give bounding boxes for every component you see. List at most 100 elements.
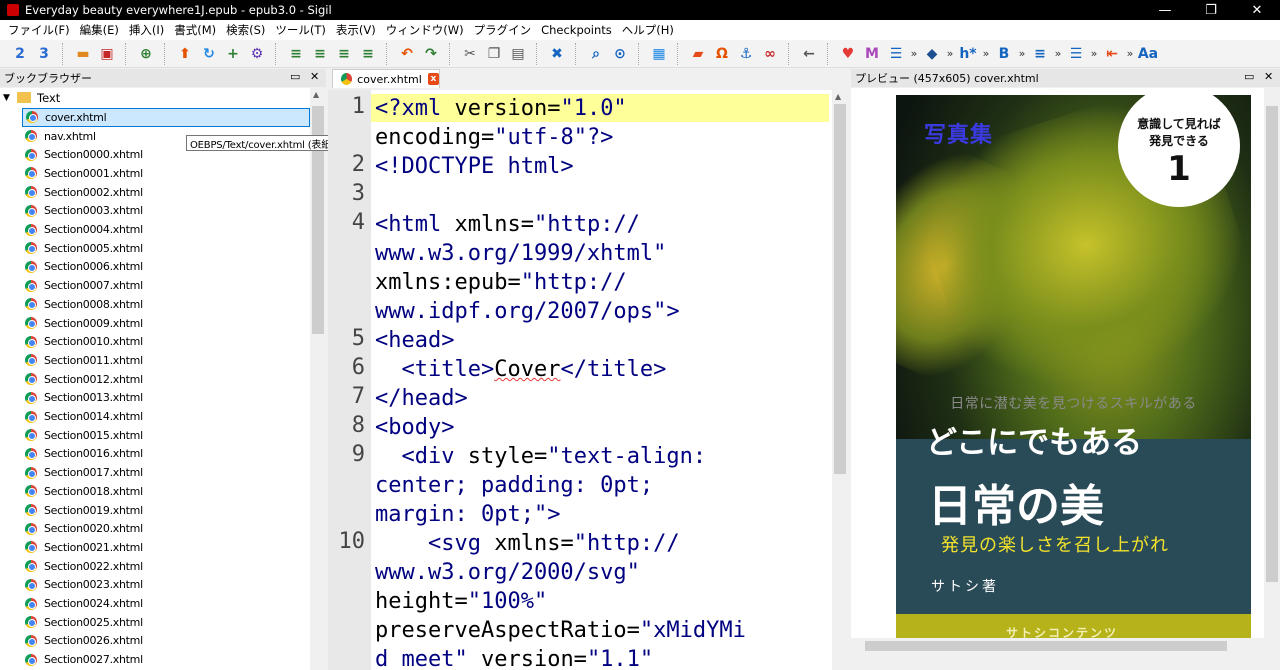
file-item[interactable]: Section0005.xhtml — [22, 239, 143, 258]
file-item[interactable]: Section0027.xhtml — [22, 650, 143, 669]
zoom-icon[interactable]: ⊙ — [608, 42, 632, 66]
menu-item-10[interactable]: ヘルプ(H) — [617, 22, 679, 38]
menu-item-2[interactable]: 挿入(I) — [124, 22, 169, 38]
save-as-2-icon[interactable]: 2 — [8, 42, 32, 66]
close-window-button[interactable]: ✕ — [1234, 0, 1280, 20]
code-line[interactable]: xmlns:epub="http:// — [375, 268, 627, 297]
settings-icon[interactable]: ⚙ — [245, 42, 269, 66]
save-icon[interactable]: ▣ — [95, 42, 119, 66]
toolbar-overflow-icon[interactable]: » — [1124, 47, 1136, 60]
save-as-3-icon[interactable]: 3 — [32, 42, 56, 66]
preview-close-button[interactable]: ✕ — [1264, 70, 1273, 83]
cut-icon[interactable]: ✂ — [458, 42, 482, 66]
bullet-list-icon[interactable]: ☰ — [1064, 42, 1088, 66]
file-item[interactable]: Section0025.xhtml — [22, 613, 143, 632]
preview-pane[interactable]: 写真集 意識して見れば発見できる 1 日常に潜む美を見つけるスキルがある どこに… — [851, 88, 1264, 638]
toolbar-overflow-icon[interactable]: » — [944, 47, 956, 60]
file-item[interactable]: Section0019.xhtml — [22, 501, 143, 520]
file-item[interactable]: nav.xhtml — [22, 127, 96, 146]
file-item[interactable]: Section0011.xhtml — [22, 351, 143, 370]
code-line[interactable]: height="100%" — [375, 587, 547, 616]
indent-left-icon[interactable]: ≡ — [284, 42, 308, 66]
file-item[interactable]: Section0003.xhtml — [22, 202, 143, 221]
insert-image-icon[interactable]: ▰ — [686, 42, 710, 66]
undo-icon[interactable]: ↶ — [395, 42, 419, 66]
toolbar-overflow-icon[interactable]: » — [1016, 47, 1028, 60]
scroll-up-icon[interactable]: ▲ — [835, 92, 841, 101]
preview-vertical-scrollbar[interactable] — [1264, 88, 1280, 638]
outdent-icon[interactable]: ⇤ — [1100, 42, 1124, 66]
file-item[interactable]: Section0026.xhtml — [22, 632, 143, 651]
file-item[interactable]: Section0010.xhtml — [22, 332, 143, 351]
file-item[interactable]: Section0021.xhtml — [22, 538, 143, 557]
anchor-icon[interactable]: ⚓ — [734, 42, 758, 66]
file-item[interactable]: Section0016.xhtml — [22, 445, 143, 464]
align-left-icon[interactable]: ≡ — [1028, 42, 1052, 66]
split-icon[interactable]: ▦ — [647, 42, 671, 66]
file-item[interactable]: Section0013.xhtml — [22, 389, 143, 408]
copy-icon[interactable]: ❐ — [482, 42, 506, 66]
editor-scrollbar[interactable]: ▲ — [832, 90, 848, 670]
open-folder-icon[interactable]: ▬ — [71, 42, 95, 66]
file-item[interactable]: Section0007.xhtml — [22, 276, 143, 295]
metadata-icon[interactable]: M — [860, 42, 884, 66]
code-line[interactable]: <head> — [375, 326, 454, 355]
refresh-icon[interactable]: ↻ — [197, 42, 221, 66]
redo-icon[interactable]: ↷ — [419, 42, 443, 66]
code-line[interactable]: </head> — [375, 384, 468, 413]
file-item[interactable]: Section0018.xhtml — [22, 482, 143, 501]
toolbar-overflow-icon[interactable]: » — [908, 47, 920, 60]
scrollbar-thumb[interactable] — [865, 641, 1227, 651]
toolbar-overflow-icon[interactable]: » — [1052, 47, 1064, 60]
heart-icon[interactable]: ♥ — [836, 42, 860, 66]
file-item[interactable]: Section0020.xhtml — [22, 519, 143, 538]
code-line[interactable]: d meet" version="1.1" — [375, 645, 653, 670]
file-item[interactable]: Section0023.xhtml — [22, 576, 143, 595]
file-item[interactable]: Section0008.xhtml — [22, 295, 143, 314]
tab-cover-xhtml[interactable]: cover.xhtml x — [332, 69, 440, 88]
menu-item-1[interactable]: 編集(E) — [75, 22, 124, 38]
file-item[interactable]: Section0004.xhtml — [22, 220, 143, 239]
heading-icon[interactable]: h* — [956, 42, 980, 66]
toolbar-overflow-icon[interactable]: » — [1088, 47, 1100, 60]
add-file-icon[interactable]: ⊕ — [134, 42, 158, 66]
move-up-icon[interactable]: ⬆ — [173, 42, 197, 66]
file-item[interactable]: Section0009.xhtml — [22, 314, 143, 333]
code-line[interactable]: <!DOCTYPE html> — [375, 152, 574, 181]
code-line[interactable]: preserveAspectRatio="xMidYMi — [375, 616, 746, 645]
link-icon[interactable]: ∞ — [758, 42, 782, 66]
file-item[interactable]: cover.xhtml — [22, 108, 310, 127]
back-icon[interactable]: ← — [797, 42, 821, 66]
code-line[interactable]: www.idpf.org/2007/ops"> — [375, 297, 680, 326]
book-browser-scrollbar[interactable]: ▲ — [310, 88, 326, 670]
book-browser-float-button[interactable]: ▭ — [290, 70, 300, 83]
code-line[interactable]: www.w3.org/2000/svg" — [375, 558, 640, 587]
code-line[interactable]: <?xml version="1.0" — [375, 94, 627, 123]
close-tab-icon[interactable]: x — [427, 73, 439, 85]
menu-item-6[interactable]: 表示(V) — [331, 22, 381, 38]
scrollbar-thumb[interactable] — [1266, 106, 1278, 582]
code-line[interactable]: <body> — [375, 413, 454, 442]
preview-float-button[interactable]: ▭ — [1244, 70, 1254, 83]
menu-item-7[interactable]: ウィンドウ(W) — [381, 22, 469, 38]
plugin-icon[interactable]: ◆ — [920, 42, 944, 66]
file-item[interactable]: Section0015.xhtml — [22, 426, 143, 445]
code-line[interactable]: <html xmlns="http:// — [375, 210, 640, 239]
merge-icon[interactable]: ≡ — [356, 42, 380, 66]
preview-horizontal-scrollbar[interactable] — [851, 638, 1264, 654]
search-icon[interactable]: ⌕ — [584, 42, 608, 66]
code-line[interactable]: <div style="text-align: — [375, 442, 707, 471]
code-line[interactable]: margin: 0pt;"> — [375, 500, 560, 529]
restore-button[interactable]: ❐ — [1188, 0, 1234, 20]
add-existing-icon[interactable]: + — [221, 42, 245, 66]
file-item[interactable]: Section0000.xhtml — [22, 145, 143, 164]
code-line[interactable]: <svg xmlns="http:// — [375, 529, 680, 558]
insert-icon[interactable]: ≡ — [308, 42, 332, 66]
chevron-down-icon[interactable]: ▼ — [3, 93, 13, 103]
file-item[interactable]: Section0024.xhtml — [22, 594, 143, 613]
minimize-button[interactable]: — — [1142, 0, 1188, 20]
file-item[interactable]: Section0002.xhtml — [22, 183, 143, 202]
menu-item-8[interactable]: プラグイン — [469, 22, 537, 38]
toc-icon[interactable]: ☰ — [884, 42, 908, 66]
menu-item-4[interactable]: 検索(S) — [221, 22, 270, 38]
